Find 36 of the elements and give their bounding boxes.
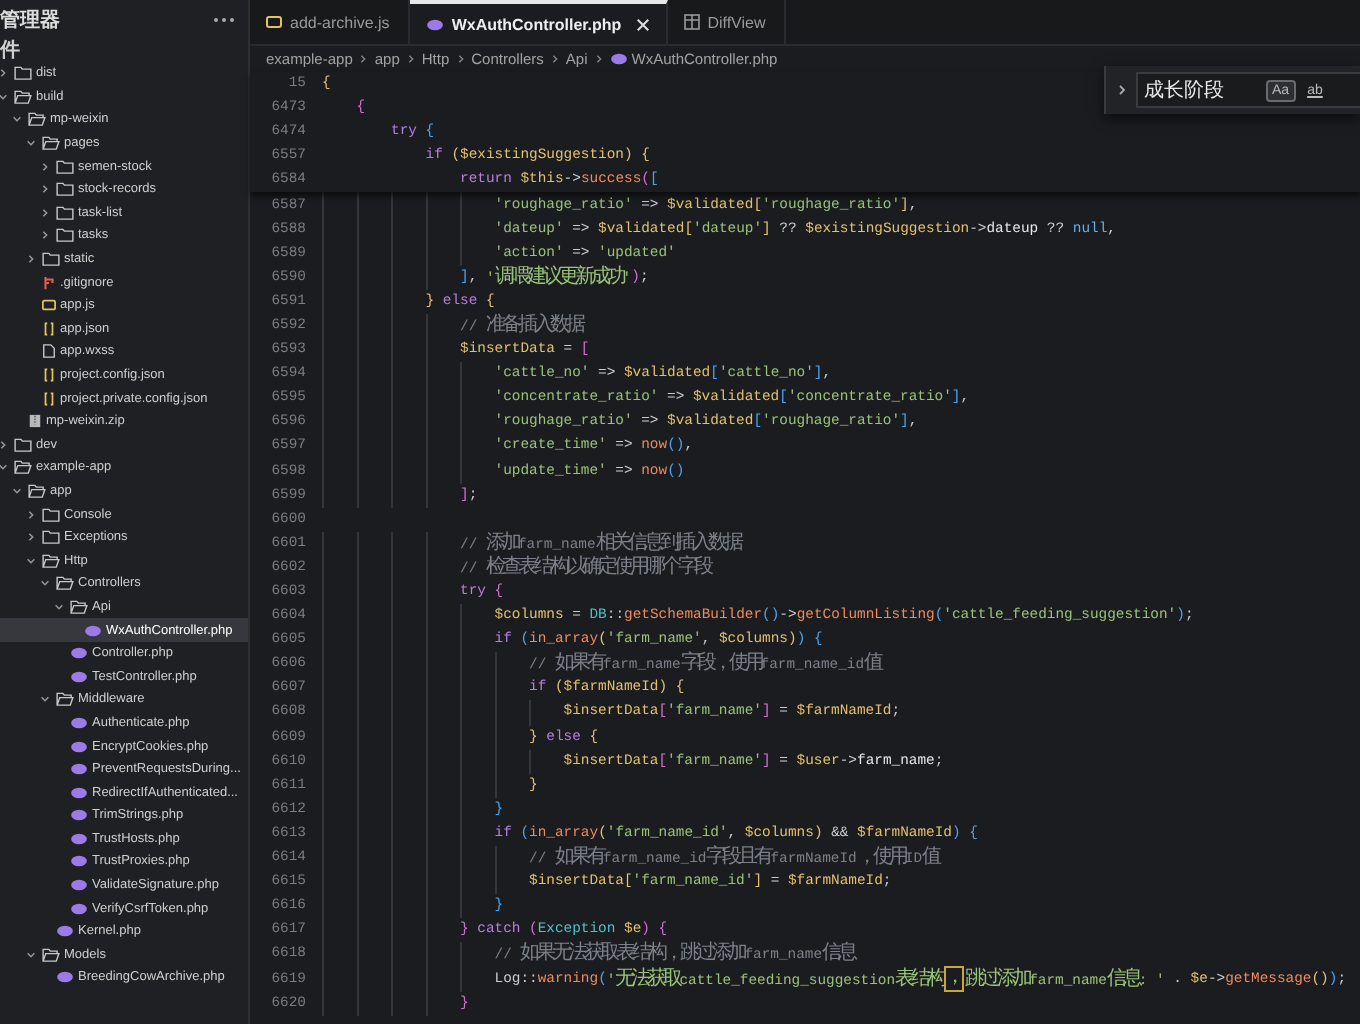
- open-folder-icon: [70, 599, 88, 614]
- open-folder-icon: [28, 483, 46, 498]
- open-folder-icon: [28, 112, 46, 127]
- open-folder-icon: [42, 947, 60, 962]
- more-icon[interactable]: [212, 15, 236, 23]
- file-icon: [42, 344, 56, 359]
- open-folder-icon: [56, 576, 74, 591]
- json-file-icon: [42, 391, 56, 406]
- sidebar-title: 管理器: [0, 7, 60, 33]
- php-file-icon: [56, 970, 74, 985]
- chevron-icon[interactable]: [1116, 84, 1128, 96]
- split-view-icon: [683, 14, 700, 30]
- php-file-icon: [425, 17, 444, 31]
- open-folder-icon: [14, 89, 32, 104]
- js-file-icon: [266, 14, 282, 30]
- chevron-icon: [549, 54, 560, 64]
- zip-file-icon: [28, 414, 42, 429]
- open-folder-icon: [14, 460, 32, 475]
- editor-tab[interactable]: WxAuthController.php: [409, 0, 668, 44]
- chevron-icon: [455, 54, 466, 64]
- close-icon[interactable]: [635, 17, 650, 31]
- folder-icon: [14, 437, 32, 452]
- section-title[interactable]: 件: [0, 38, 248, 62]
- chevron-icon: [593, 54, 604, 64]
- js-file-icon: [42, 298, 56, 313]
- open-folder-icon: [42, 136, 60, 151]
- json-file-icon: [42, 368, 56, 383]
- folder-icon: [14, 66, 32, 81]
- chevron-icon: [405, 54, 416, 64]
- chevron-icon: [358, 54, 369, 64]
- open-folder-icon: [56, 692, 74, 707]
- editor-tab[interactable]: DiffView: [667, 0, 786, 44]
- json-file-icon: [42, 321, 56, 336]
- open-folder-icon: [42, 553, 60, 568]
- git-icon: [42, 275, 56, 290]
- php-file-icon: [609, 52, 628, 66]
